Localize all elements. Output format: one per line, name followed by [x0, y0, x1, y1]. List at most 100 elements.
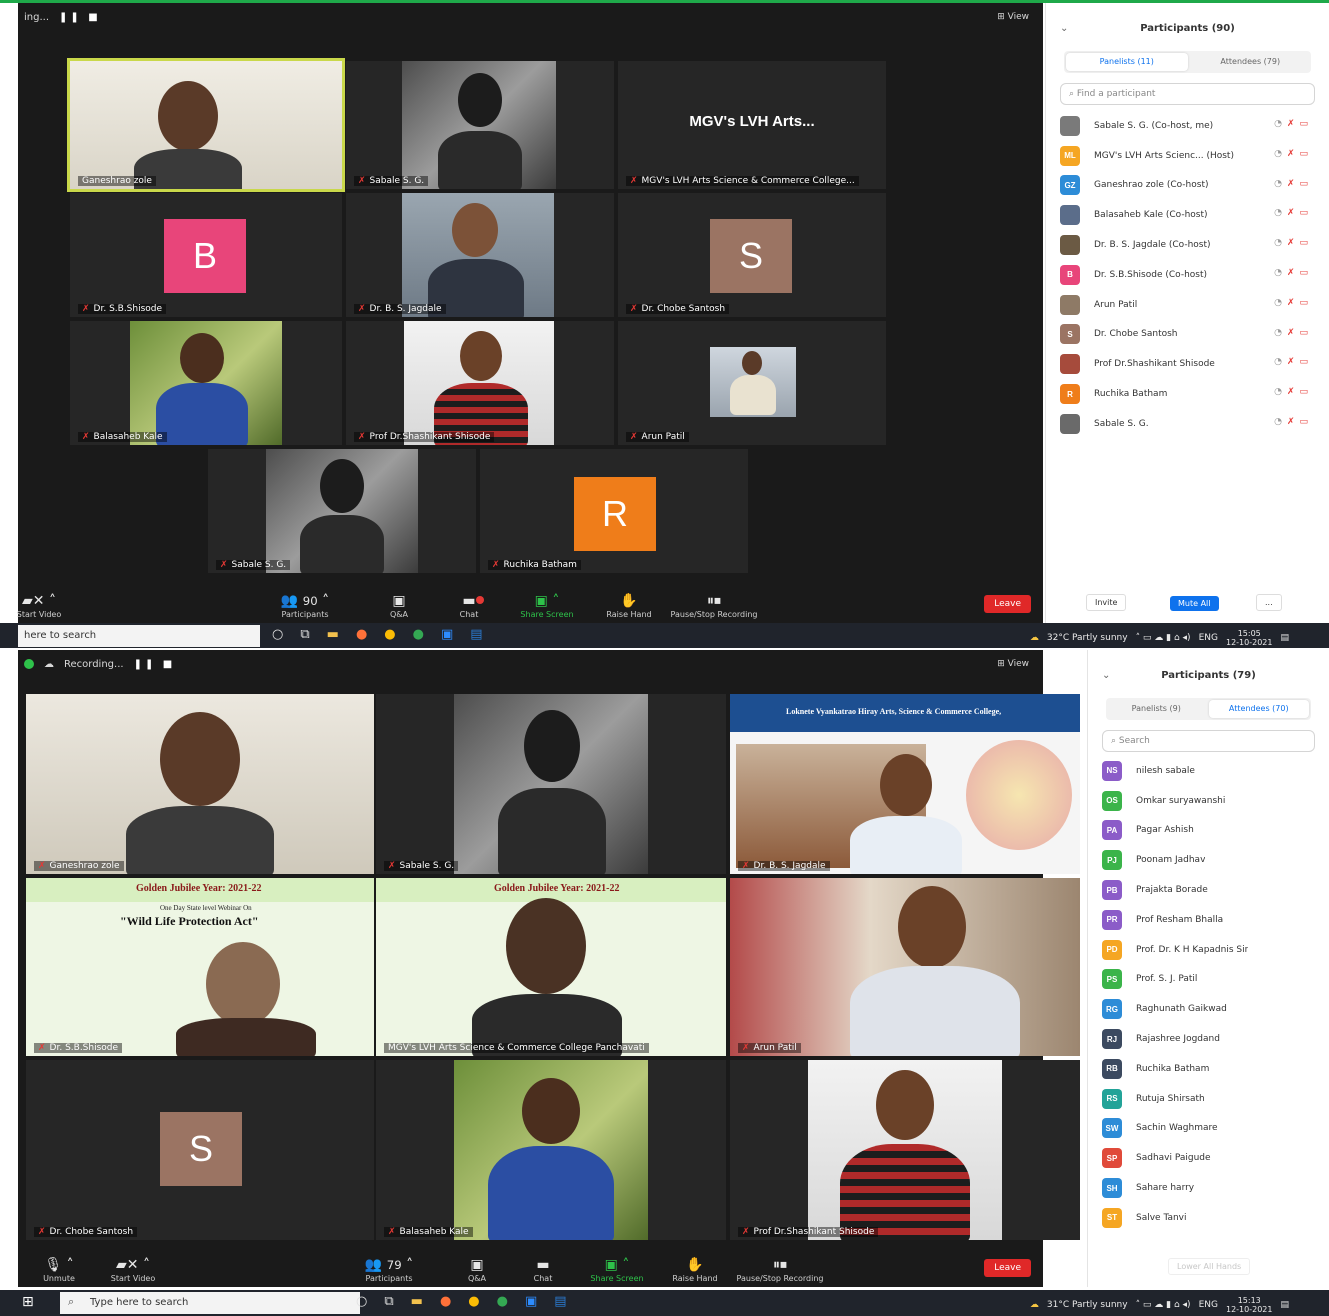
chrome-icon[interactable]: ● [384, 627, 395, 642]
pause-stop-recording-button[interactable]: ⏸⏹ Pause/Stop Recording [664, 592, 764, 619]
tab-panelists[interactable]: Panelists (9) [1106, 698, 1207, 720]
participant-search-input[interactable]: ⌕ Find a participant [1060, 83, 1315, 105]
participant-row[interactable]: B Dr. S.B.Shisode (Co-host) ◔✗▭ [1046, 260, 1329, 290]
qa-button[interactable]: ▣ Q&A [442, 1256, 512, 1283]
chrome-icon[interactable]: ● [468, 1294, 479, 1309]
video-tile[interactable]: Ganeshrao zole [67, 58, 345, 192]
video-tile[interactable]: Golden Jubilee Year: 2021-22 One Day Sta… [26, 878, 374, 1056]
participant-row[interactable]: ML MGV's LVH Arts Scienc... (Host) ◔✗▭ [1046, 141, 1329, 171]
language-indicator[interactable]: ENG [1199, 1300, 1218, 1310]
participant-row[interactable]: R Ruchika Batham ◔✗▭ [1046, 379, 1329, 409]
notification-icon[interactable]: ▤ [1280, 633, 1289, 643]
view-button[interactable]: ⊞ View [997, 12, 1029, 22]
participant-row[interactable]: S Dr. Chobe Santosh ◔✗▭ [1046, 320, 1329, 350]
video-tile[interactable]: ✗ Arun Patil [618, 321, 886, 445]
notification-icon[interactable]: ▤ [1280, 1300, 1289, 1310]
tab-attendees[interactable]: Attendees (70) [1208, 700, 1309, 718]
tray-icons[interactable]: ˄ ▭ ☁ ▮ ⌂ ◂) [1136, 1300, 1191, 1310]
raise-hand-button[interactable]: ✋ Raise Hand [594, 592, 664, 619]
start-video-button[interactable]: ▰✕ ˄ Start Video [98, 1256, 168, 1283]
pause-recording-icon[interactable]: ❚❚ ■ [134, 659, 176, 670]
video-tile[interactable]: ✗ Ganeshrao zole [26, 694, 374, 874]
participant-row[interactable]: Prof Dr.Shashikant Shisode ◔✗▭ [1046, 349, 1329, 379]
cortana-icon[interactable]: ○ [356, 1294, 367, 1309]
video-tile[interactable]: R ✗ Ruchika Batham [480, 449, 748, 573]
participant-row[interactable]: PJ Poonam Jadhav [1088, 845, 1329, 875]
firefox-icon[interactable]: ● [356, 627, 367, 642]
video-tile[interactable]: ✗ Balasaheb Kale [376, 1060, 726, 1240]
chat-button[interactable]: ▬ Chat [508, 1256, 578, 1283]
tab-attendees[interactable]: Attendees (79) [1190, 51, 1312, 73]
more-options-button[interactable]: ... [1256, 594, 1282, 611]
participant-row[interactable]: Balasaheb Kale (Co-host) ◔✗▭ [1046, 200, 1329, 230]
share-screen-button[interactable]: ▣ ˄ Share Screen [582, 1256, 652, 1283]
video-tile[interactable]: ✗ Balasaheb Kale [70, 321, 342, 445]
participant-row[interactable]: Sabale S. G. ◔✗▭ [1046, 409, 1329, 439]
participant-row[interactable]: RG Raghunath Gaikwad [1088, 994, 1329, 1024]
word-app-icon[interactable]: ▤ [470, 627, 482, 642]
participant-row[interactable]: SP Sadhavi Paigude [1088, 1143, 1329, 1173]
leave-button[interactable]: Leave [984, 1259, 1031, 1277]
taskbar-search-input[interactable]: here to search [18, 625, 260, 647]
leave-button[interactable]: Leave [984, 595, 1031, 613]
firefox-icon[interactable]: ● [440, 1294, 451, 1309]
tray-icons[interactable]: ˄ ▭ ☁ ▮ ⌂ ◂) [1136, 633, 1191, 643]
word-app-icon[interactable]: ▤ [554, 1294, 566, 1309]
chat-button[interactable]: ▬ Chat [434, 592, 504, 619]
invite-button[interactable]: Invite [1086, 594, 1127, 611]
video-tile[interactable]: Loknete Vyankatrao Hiray Arts, Science &… [730, 694, 1080, 874]
video-tile[interactable]: ✗ Prof Dr.Shashikant Shisode [346, 321, 614, 445]
file-explorer-icon[interactable]: ▬ [327, 627, 339, 642]
participant-row[interactable]: NS nilesh sabale [1088, 756, 1329, 786]
tab-panelists[interactable]: Panelists (11) [1066, 53, 1188, 71]
participant-row[interactable]: Sabale S. G. (Co-host, me) ◔✗▭ [1046, 111, 1329, 141]
file-explorer-icon[interactable]: ▬ [411, 1294, 423, 1309]
unmute-button[interactable]: 🎙 ˄ Unmute [24, 1256, 94, 1283]
video-tile[interactable]: ✗ Prof Dr.Shashikant Shisode [730, 1060, 1080, 1240]
clock[interactable]: 15:13 12-10-2021 [1226, 1296, 1273, 1314]
zoom-app-icon[interactable]: ▣ [441, 627, 453, 642]
participant-row[interactable]: PD Prof. Dr. K H Kapadnis Sir [1088, 935, 1329, 965]
pause-stop-recording-button[interactable]: ⏸⏹ Pause/Stop Recording [730, 1256, 830, 1283]
cortana-icon[interactable]: ○ [272, 627, 283, 642]
windows-start-icon[interactable]: ⊞ [22, 1294, 34, 1310]
video-tile[interactable]: Golden Jubilee Year: 2021-22 MGV's LVH A… [376, 878, 726, 1056]
video-tile[interactable]: S ✗ Dr. Chobe Santosh [26, 1060, 374, 1240]
participant-row[interactable]: SH Sahare harry [1088, 1173, 1329, 1203]
view-button[interactable]: ⊞ View [997, 659, 1029, 669]
pause-recording-icon[interactable]: ❚❚ ■ [59, 12, 101, 23]
raise-hand-button[interactable]: ✋ Raise Hand [660, 1256, 730, 1283]
participant-row[interactable]: RS Rutuja Shirsath [1088, 1084, 1329, 1114]
task-view-icon[interactable]: ⧉ [384, 1294, 393, 1309]
participants-button[interactable]: 👥 79 ˄ Participants [354, 1256, 424, 1283]
security-shield-icon[interactable] [24, 659, 34, 669]
participant-row[interactable]: OS Omkar suryawanshi [1088, 786, 1329, 816]
qa-button[interactable]: ▣ Q&A [364, 592, 434, 619]
video-tile[interactable]: ✗ Sabale S. G. [208, 449, 476, 573]
participant-row[interactable]: Dr. B. S. Jagdale (Co-host) ◔✗▭ [1046, 230, 1329, 260]
video-tile[interactable]: ✗ Sabale S. G. [346, 61, 614, 189]
clock[interactable]: 15:05 12-10-2021 [1226, 629, 1273, 647]
participant-row[interactable]: SW Sachin Waghmare [1088, 1114, 1329, 1144]
participant-row[interactable]: ST Salve Tanvi [1088, 1203, 1329, 1233]
participants-button[interactable]: 👥 90 ˄ Participants [270, 592, 340, 619]
video-tile[interactable]: ✗ Dr. B. S. Jagdale [346, 193, 614, 317]
video-tile[interactable]: ✗ Arun Patil [730, 878, 1080, 1056]
language-indicator[interactable]: ENG [1199, 633, 1218, 643]
participant-search-input[interactable]: ⌕ Search [1102, 730, 1315, 752]
weather-text[interactable]: 32°C Partly sunny [1047, 633, 1128, 643]
video-tile[interactable]: MGV's LVH Arts... ✗ MGV's LVH Arts Scienc… [618, 61, 886, 189]
participant-row[interactable]: PS Prof. S. J. Patil [1088, 965, 1329, 995]
lower-all-hands-button[interactable]: Lower All Hands [1168, 1258, 1251, 1275]
video-tile[interactable]: B ✗ Dr. S.B.Shisode [70, 193, 342, 317]
video-tile[interactable]: S ✗ Dr. Chobe Santosh [618, 193, 886, 317]
mute-all-button[interactable]: Mute All [1170, 596, 1219, 611]
chrome-profile-icon[interactable]: ● [413, 627, 424, 642]
participant-row[interactable]: Arun Patil ◔✗▭ [1046, 290, 1329, 320]
participant-row[interactable]: PR Prof Resham Bhalla [1088, 905, 1329, 935]
video-tile[interactable]: ✗ Sabale S. G. [376, 694, 726, 874]
share-screen-button[interactable]: ▣ ˄ Share Screen [512, 592, 582, 619]
weather-text[interactable]: 31°C Partly sunny [1047, 1300, 1128, 1310]
participant-row[interactable]: RB Ruchika Batham [1088, 1054, 1329, 1084]
start-video-button[interactable]: ▰✕ ˄ Start Video [4, 592, 74, 619]
